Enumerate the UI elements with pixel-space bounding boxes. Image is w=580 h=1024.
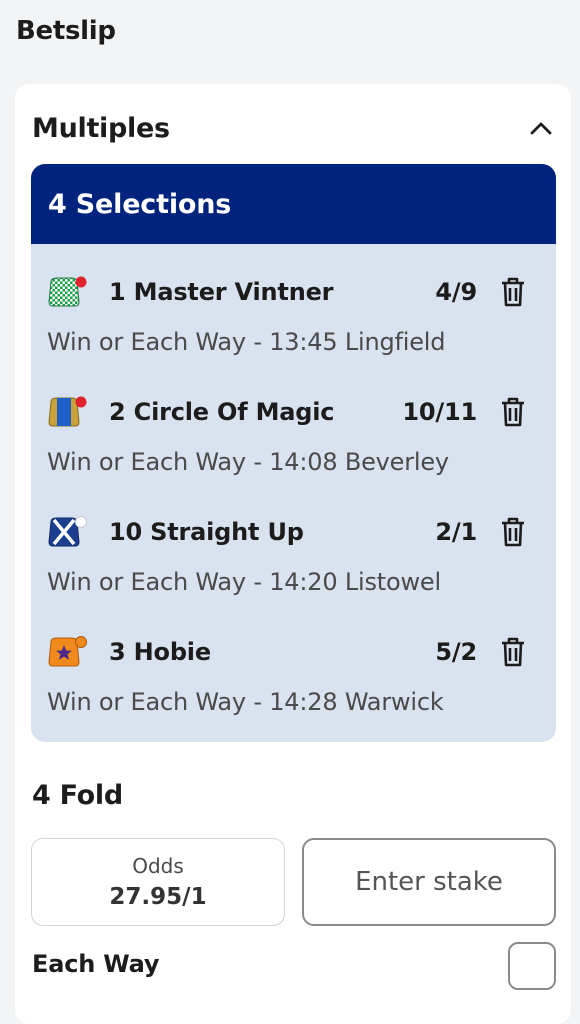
- stake-input[interactable]: [302, 838, 556, 926]
- selection-odds[interactable]: 2/1: [435, 518, 477, 546]
- multiples-card: Multiples 4 Selections 1 Master Vintner …: [15, 84, 571, 1024]
- trash-icon[interactable]: [497, 394, 529, 430]
- odds-label: Odds: [132, 854, 184, 878]
- selection-description: Win or Each Way - 14:28 Warwick: [47, 688, 444, 716]
- multiples-title: Multiples: [32, 112, 170, 144]
- selection-odds[interactable]: 5/2: [435, 638, 477, 666]
- selections-panel: 4 Selections 1 Master Vintner 4/9 Win or…: [31, 164, 556, 742]
- trash-icon[interactable]: [497, 634, 529, 670]
- runner-name: 2 Circle Of Magic: [109, 398, 335, 426]
- selection-item: 10 Straight Up 2/1 Win or Each Way - 14:…: [31, 512, 556, 632]
- multiples-header[interactable]: Multiples: [32, 108, 555, 148]
- odds-value: 27.95/1: [109, 884, 207, 910]
- runner-name: 10 Straight Up: [109, 518, 304, 546]
- orange-purple-star-silk-icon: [45, 634, 89, 670]
- selection-description: Win or Each Way - 14:20 Listowel: [47, 568, 441, 596]
- runner-name: 3 Hobie: [109, 638, 211, 666]
- blue-gold-silk-icon: [45, 394, 89, 430]
- fold-odds-box: Odds 27.95/1: [31, 838, 285, 926]
- selections-header: 4 Selections: [31, 164, 556, 244]
- page-title: Betslip: [16, 16, 116, 46]
- trash-icon[interactable]: [497, 274, 529, 310]
- runner-name: 1 Master Vintner: [109, 278, 334, 306]
- selection-item: 2 Circle Of Magic 10/11 Win or Each Way …: [31, 392, 556, 512]
- selection-odds[interactable]: 10/11: [402, 398, 477, 426]
- trash-icon[interactable]: [497, 514, 529, 550]
- selection-description: Win or Each Way - 13:45 Lingfield: [47, 328, 446, 356]
- fold-title: 4 Fold: [32, 780, 123, 811]
- selection-item: 1 Master Vintner 4/9 Win or Each Way - 1…: [31, 272, 556, 392]
- selection-description: Win or Each Way - 14:08 Beverley: [47, 448, 449, 476]
- chevron-up-icon[interactable]: [527, 114, 555, 142]
- navy-white-cross-silk-icon: [45, 514, 89, 550]
- selection-item: 3 Hobie 5/2 Win or Each Way - 14:28 Warw…: [31, 632, 556, 742]
- green-white-check-silk-icon: [45, 274, 89, 310]
- each-way-label: Each Way: [32, 950, 160, 978]
- each-way-checkbox[interactable]: [508, 942, 556, 990]
- selection-odds[interactable]: 4/9: [435, 278, 477, 306]
